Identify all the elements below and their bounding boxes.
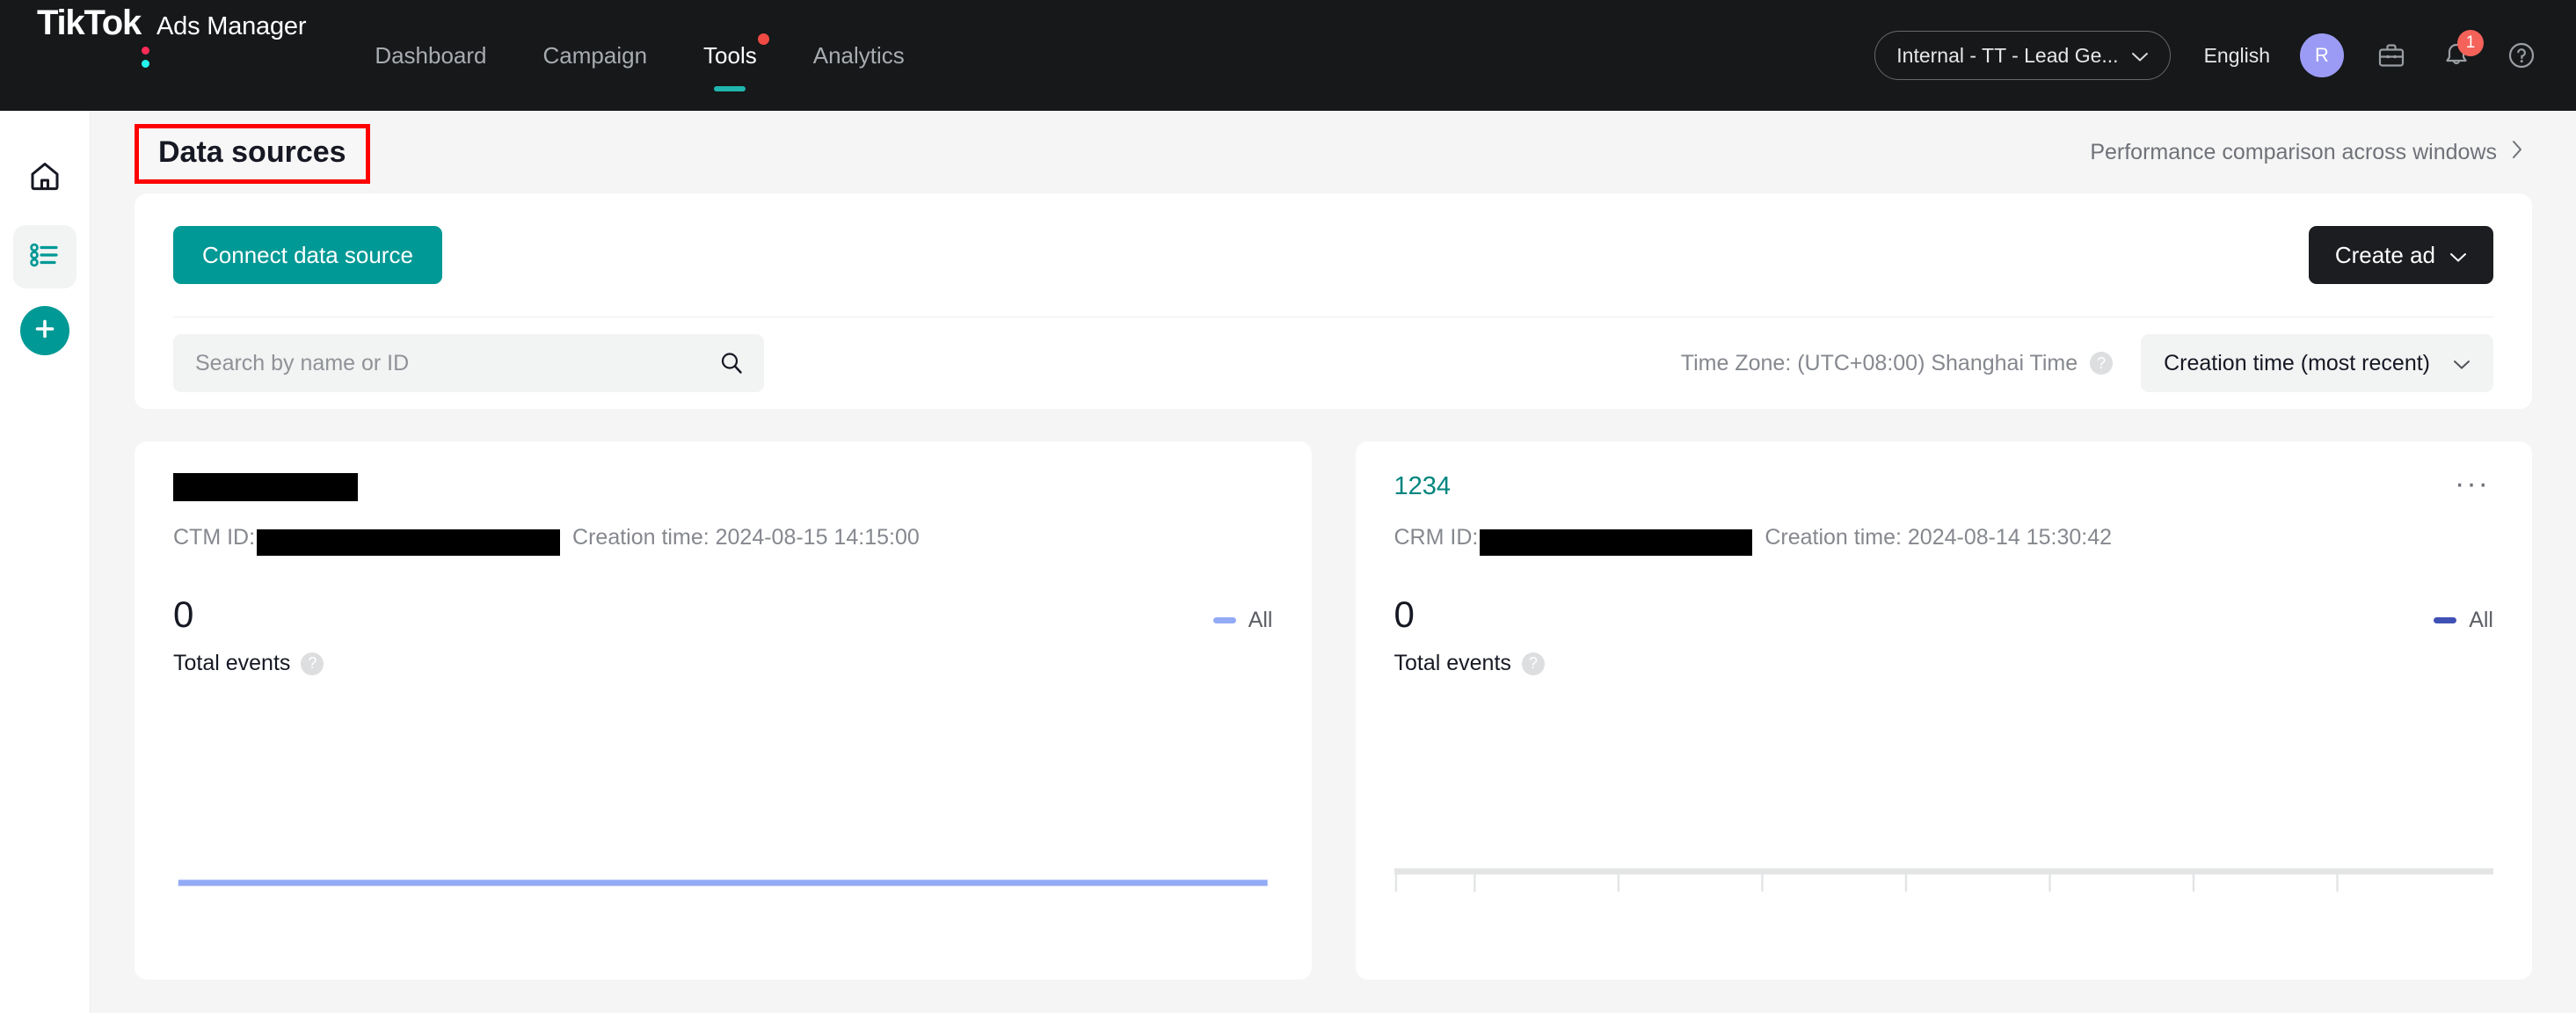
timezone-label: Time Zone: (UTC+08:00) Shanghai Time [1680,350,2078,375]
tiktok-ads-manager-logo[interactable]: TikTok Ads Manager [37,0,307,111]
chart-legend[interactable]: All [2434,608,2493,633]
briefcase-icon[interactable] [2374,38,2409,73]
tiktok-colon-icon [142,43,154,73]
card-metric-value: 0 [1394,594,1415,635]
card-more-menu-icon[interactable]: ··· [2451,469,2493,498]
plus-icon [32,316,58,346]
legend-label: All [2469,608,2493,632]
toolbar-panel: Connect data source Create ad Search by … [135,193,2532,409]
search-icon[interactable] [718,350,745,376]
sidebar-item-home[interactable] [13,146,76,209]
total-events-help-icon[interactable]: ? [301,652,324,675]
tools-notification-dot-icon [757,33,769,45]
nav-right-cluster: Internal - TT - Lead Ge... English R 1 [1874,30,2539,80]
nav-tab-campaign[interactable]: Campaign [543,0,648,111]
card-metric-label: Total events [173,651,291,675]
search-field-wrapper [173,334,764,392]
card-creation-time: Creation time: 2024-08-15 14:15:00 [572,524,920,550]
page-title: Data sources [158,135,346,170]
ads-manager-label: Ads Manager [156,12,307,40]
card-id-redacted [257,529,561,556]
card-id-label: CTM ID: [173,524,256,550]
card-title-row [173,473,1273,514]
data-source-card[interactable]: 1234 ··· CRM ID: Creation time: 2024-08-… [1355,441,2532,980]
page-title-highlight-box: Data sources [135,124,370,184]
chevron-right-icon [2511,139,2523,166]
create-ad-label: Create ad [2334,241,2435,268]
left-sidebar [0,111,91,1013]
avatar[interactable]: R [2300,33,2344,77]
data-source-card-list: CTM ID: Creation time: 2024-08-15 14:15:… [135,441,2532,980]
main-nav-tabs: Dashboard Campaign Tools Analytics [375,0,960,111]
tiktok-wordmark: TikTok [37,4,142,42]
card-metric-row: 0 All [1394,596,2494,633]
events-line-chart [173,777,1273,980]
nav-tab-analytics[interactable]: Analytics [813,0,905,111]
bell-icon[interactable]: 1 [2439,30,2484,73]
nav-tab-dashboard-label: Dashboard [375,41,487,69]
connect-data-source-button[interactable]: Connect data source [173,226,442,284]
card-meta-row: CTM ID: Creation time: 2024-08-15 14:15:… [173,524,1273,556]
data-source-card[interactable]: CTM ID: Creation time: 2024-08-15 14:15:… [135,441,1312,980]
performance-comparison-label: Performance comparison across windows [2090,139,2497,164]
card-metric-row: 0 All [173,596,1273,633]
performance-comparison-link[interactable]: Performance comparison across windows [2090,139,2523,166]
timezone-display: Time Zone: (UTC+08:00) Shanghai Time ? [1680,350,2114,376]
create-button-fab[interactable] [20,306,69,355]
card-name-link[interactable]: 1234 [1394,472,1452,501]
nav-tab-tools[interactable]: Tools [703,0,769,111]
nav-tab-analytics-label: Analytics [812,41,905,69]
list-icon [25,236,64,279]
card-id-label: CRM ID: [1394,524,1479,550]
account-selector-label: Internal - TT - Lead Ge... [1896,43,2119,67]
notification-badge: 1 [2457,30,2484,56]
create-ad-button[interactable]: Create ad [2308,226,2493,284]
legend-swatch-icon [2434,617,2457,623]
toolbar-filter-row: Time Zone: (UTC+08:00) Shanghai Time ? C… [173,317,2493,409]
card-title-row: 1234 ··· [1394,469,2494,514]
sort-select[interactable]: Creation time (most recent) [2141,334,2493,392]
page-header: Data sources Performance comparison acro… [91,111,2576,193]
active-tab-indicator [714,86,746,91]
legend-swatch-icon [1212,617,1236,623]
help-circle-icon[interactable] [2504,38,2539,73]
card-name-redacted [173,473,358,501]
sidebar-item-data-sources[interactable] [13,225,76,288]
language-label: English [2203,43,2270,67]
language-selector[interactable]: English [2204,44,2270,68]
chart-legend[interactable]: All [1212,608,1273,633]
card-metric-label: Total events [1394,651,1511,675]
card-metric-label-row: Total events ? [1394,651,2494,676]
top-navigation-bar: TikTok Ads Manager Dashboard Campaign To… [0,0,2576,111]
card-meta-row: CRM ID: Creation time: 2024-08-14 15:30:… [1394,524,2494,556]
total-events-help-icon[interactable]: ? [1521,652,1545,675]
card-creation-time: Creation time: 2024-08-14 15:30:42 [1765,524,2113,550]
card-metric-value: 0 [173,594,194,635]
chevron-down-icon [2449,242,2467,269]
nav-tab-dashboard[interactable]: Dashboard [375,0,486,111]
timezone-help-icon[interactable]: ? [2090,352,2114,375]
avatar-initial: R [2315,44,2329,66]
account-selector[interactable]: Internal - TT - Lead Ge... [1874,31,2171,80]
card-metric-label-row: Total events ? [173,651,1273,676]
nav-tab-tools-label: Tools [703,41,757,69]
toolbar-primary-row: Connect data source Create ad [173,193,2493,317]
home-icon [25,157,64,200]
chevron-down-icon [2453,351,2470,376]
main-content-area: Data sources Performance comparison acro… [91,111,2576,1013]
search-input[interactable] [173,334,764,392]
legend-label: All [1248,608,1273,632]
card-id-redacted [1480,529,1753,556]
events-line-chart [1394,777,2493,980]
nav-tab-campaign-label: Campaign [542,41,648,69]
sort-select-value: Creation time (most recent) [2164,350,2430,375]
chevron-down-icon [2131,44,2149,68]
